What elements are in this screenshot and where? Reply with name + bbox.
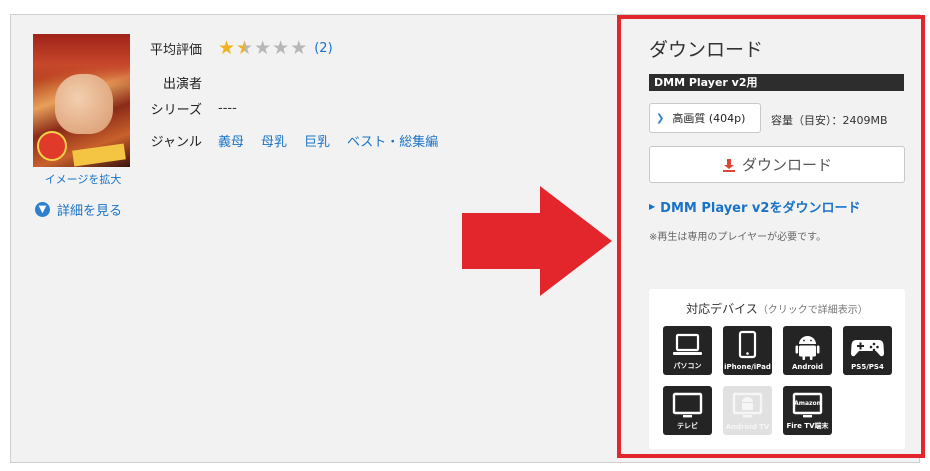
supported-devices: 対応デバイス（クリックで詳細表示） パソコン iPhone/iPad Andro… xyxy=(649,289,905,449)
download-button[interactable]: ダウンロード xyxy=(649,146,905,183)
player-download-link[interactable]: ▶ DMM Player v2をダウンロード xyxy=(649,197,860,216)
genre-row: ジャンル 義母 母乳 巨乳 ベスト・総集編 xyxy=(147,131,455,150)
genre-link[interactable]: 義母 xyxy=(218,131,244,150)
device-iphone[interactable]: iPhone/iPad xyxy=(723,326,772,375)
triangle-right-icon: ▶ xyxy=(649,202,656,211)
device-ps[interactable]: PS5/PS4 xyxy=(843,326,892,375)
star-icon: ★ xyxy=(236,37,254,59)
player-note: ※再生は専用のプレイヤーが必要です。 xyxy=(649,232,827,243)
device-android[interactable]: Android xyxy=(783,326,832,375)
device-pc[interactable]: パソコン xyxy=(663,326,712,375)
player-bar: DMM Player v2用 xyxy=(649,74,904,91)
chevron-down-icon: ❯ xyxy=(656,112,665,124)
device-fire-tv[interactable]: Amazon Fire TV端末 xyxy=(783,386,832,435)
download-title: ダウンロード xyxy=(649,39,764,61)
download-button-label: ダウンロード xyxy=(741,156,832,174)
zoom-image-link[interactable]: イメージを拡大 xyxy=(33,171,133,187)
chevron-down-icon: ▼ xyxy=(35,202,50,217)
device-tv[interactable]: テレビ xyxy=(663,386,712,435)
series-row: シリーズ ---- xyxy=(147,99,237,118)
file-size: 容量（目安）：2409MB xyxy=(771,114,888,127)
cast-row: 出演者 xyxy=(147,73,218,92)
download-panel: ダウンロード DMM Player v2用 ❯ 高画質 (404p) 容量（目安… xyxy=(617,15,925,458)
devices-title: 対応デバイス（クリックで詳細表示） xyxy=(686,302,868,316)
detail-link-label: 詳細を見る xyxy=(57,204,123,219)
genre-link[interactable]: 母乳 xyxy=(261,131,287,150)
series-value: ---- xyxy=(218,101,237,116)
star-icon: ★ xyxy=(290,37,308,59)
rating-stars: ★ ★ ★ ★ ★ xyxy=(218,39,307,58)
series-label: シリーズ xyxy=(150,103,202,118)
rating-count[interactable]: (2) xyxy=(314,41,332,56)
fire-tv-screen-text: Amazon xyxy=(794,400,821,407)
star-icon: ★ xyxy=(254,37,272,59)
product-thumbnail[interactable] xyxy=(33,34,130,167)
quality-select[interactable]: ❯ 高画質 (404p) xyxy=(649,103,761,133)
device-android-tv[interactable]: Android TV xyxy=(723,386,772,435)
cast-label: 出演者 xyxy=(162,77,202,92)
detail-link[interactable]: ▼ 詳細を見る xyxy=(35,200,122,219)
red-arrow-icon xyxy=(462,186,612,296)
genre-link[interactable]: ベスト・総集編 xyxy=(347,131,438,150)
download-icon xyxy=(722,158,735,172)
rating-row: 平均評価 ★ ★ ★ ★ ★ (2) xyxy=(147,39,333,59)
quality-value: 高画質 (404p) xyxy=(672,112,746,125)
player-link-label: DMM Player v2をダウンロード xyxy=(660,201,861,216)
star-icon: ★ xyxy=(218,37,236,59)
star-icon: ★ xyxy=(272,37,290,59)
genre-link[interactable]: 巨乳 xyxy=(304,131,330,150)
rating-label: 平均評価 xyxy=(149,43,202,58)
genre-label: ジャンル xyxy=(150,135,202,150)
